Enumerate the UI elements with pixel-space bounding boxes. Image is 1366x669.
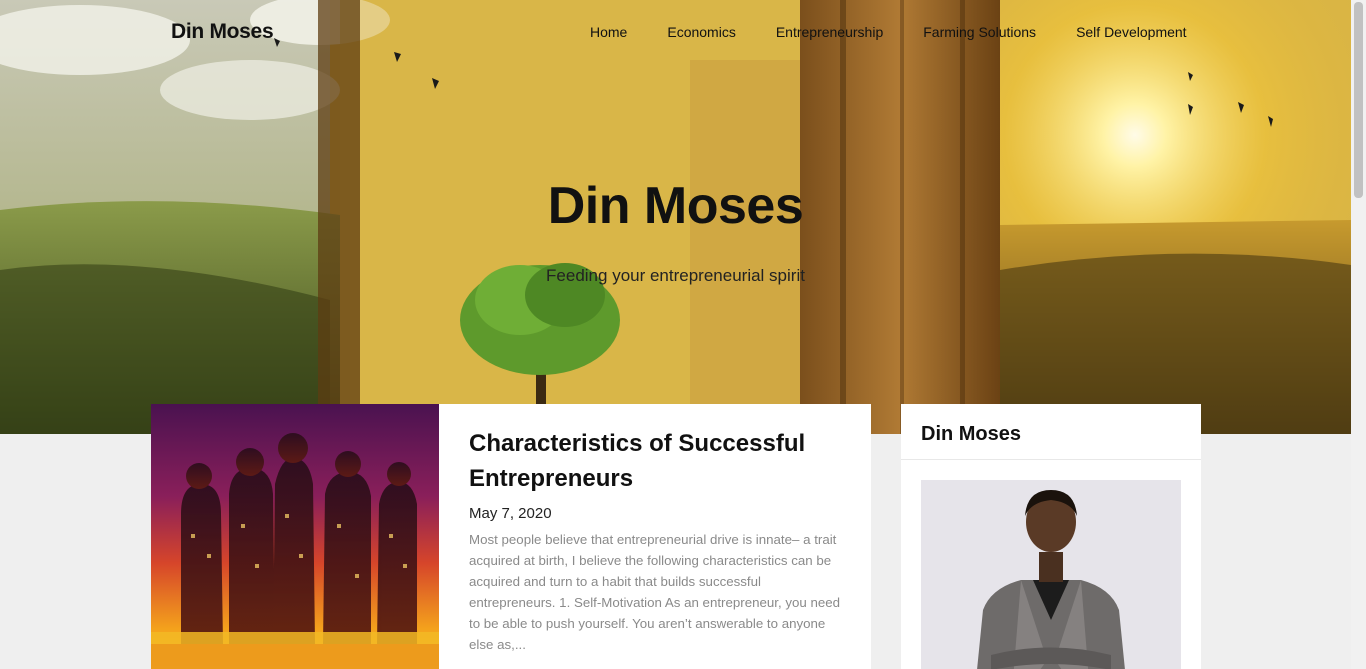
main-nav: Home Economics Entrepreneurship Farming … [590, 24, 1187, 40]
hero-banner: Din Moses Home Economics Entrepreneurshi… [0, 0, 1351, 434]
post-title[interactable]: Characteristics of Successful Entreprene… [469, 426, 841, 496]
site-logo[interactable]: Din Moses [171, 20, 274, 44]
scrollbar-thumb[interactable] [1354, 2, 1363, 198]
nav-entrepreneurship[interactable]: Entrepreneurship [776, 24, 883, 40]
hero-subtitle: Feeding your entrepreneurial spirit [546, 266, 805, 285]
page-scrollbar[interactable] [1351, 0, 1366, 669]
post-excerpt: Most people believe that entrepreneurial… [469, 532, 841, 652]
hero-title: Din Moses [547, 177, 804, 235]
post-card: Characteristics of Successful Entreprene… [151, 404, 871, 669]
sidebar-widget: Din Moses [901, 404, 1201, 669]
post-body: Characteristics of Successful Entreprene… [469, 426, 841, 655]
nav-farming-solutions[interactable]: Farming Solutions [923, 24, 1036, 40]
widget-title: Din Moses [901, 404, 1201, 460]
nav-economics[interactable]: Economics [667, 24, 735, 40]
post-date: May 7, 2020 [469, 505, 552, 522]
nav-self-development[interactable]: Self Development [1076, 24, 1187, 40]
profile-photo-image [921, 480, 1181, 669]
header-bar: Din Moses Home Economics Entrepreneurshi… [0, 0, 1351, 66]
post-thumbnail-image [151, 404, 439, 669]
post-thumbnail[interactable] [151, 404, 439, 669]
profile-photo [921, 480, 1181, 669]
nav-home[interactable]: Home [590, 24, 627, 40]
